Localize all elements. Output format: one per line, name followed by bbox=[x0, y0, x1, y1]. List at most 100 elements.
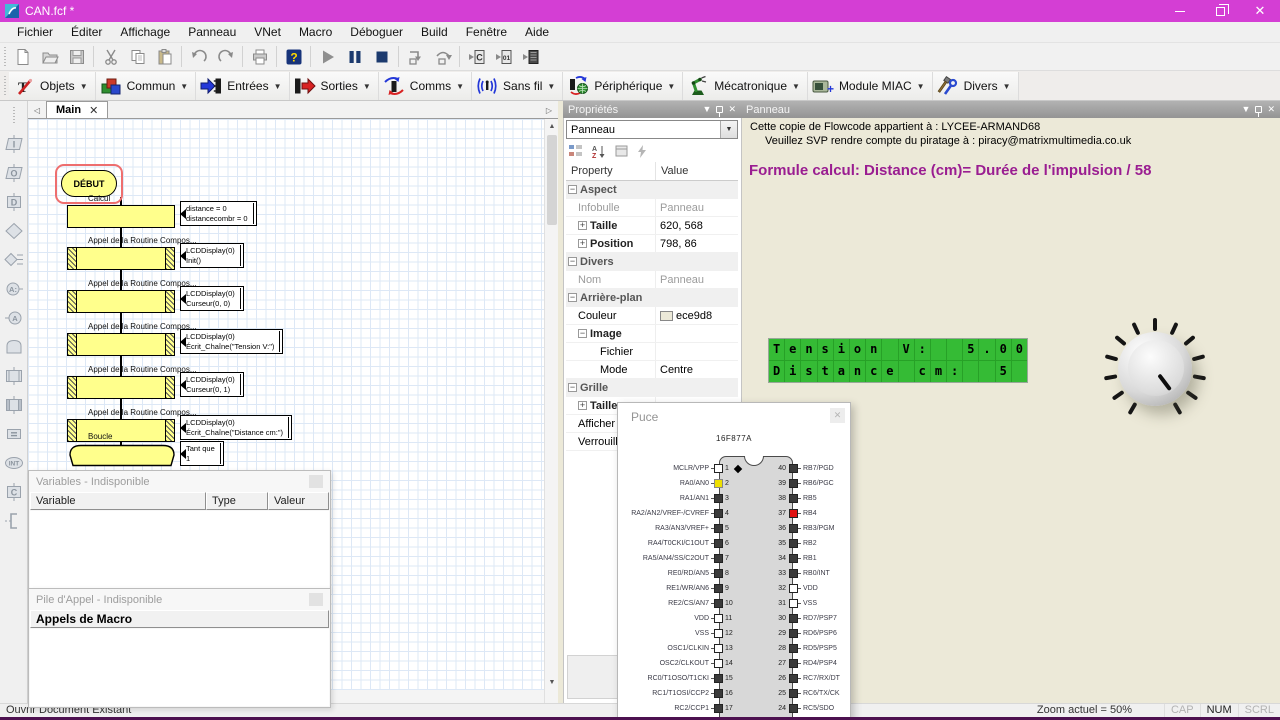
menu-item-affichage[interactable]: Affichage bbox=[111, 22, 179, 42]
new-button[interactable] bbox=[9, 44, 36, 69]
compile-to-c-button[interactable]: C bbox=[463, 44, 490, 69]
chevron-down-icon[interactable]: ▼ bbox=[792, 80, 800, 91]
pause-button[interactable] bbox=[341, 44, 368, 69]
chevron-down-icon[interactable]: ▼ bbox=[80, 80, 88, 91]
scroll-down-icon[interactable]: ▼ bbox=[545, 675, 559, 689]
categorized-view-icon[interactable] bbox=[569, 145, 583, 157]
flowchart-step[interactable] bbox=[67, 247, 175, 270]
calculation-tool-icon[interactable] bbox=[2, 421, 26, 446]
paste-button[interactable] bbox=[151, 44, 178, 69]
step-note[interactable]: Tant que 1 bbox=[179, 441, 224, 466]
property-value-cell[interactable]: Centre bbox=[656, 361, 738, 378]
interrupt-tool-icon[interactable]: INT bbox=[2, 450, 26, 475]
expand-box[interactable]: + bbox=[578, 401, 587, 410]
tab-scroll-left-icon[interactable]: ◁ bbox=[28, 102, 46, 118]
step-note[interactable]: LCDDisplay(0) Curseur(0, 1) bbox=[180, 372, 244, 397]
comment-tool-icon[interactable] bbox=[2, 508, 26, 533]
component-macro-tool-icon[interactable] bbox=[2, 392, 26, 417]
macro-tool-icon[interactable] bbox=[2, 363, 26, 388]
decision-tool-icon[interactable] bbox=[2, 218, 26, 243]
component-group-commun[interactable]: Commun ▼ bbox=[95, 71, 197, 100]
step-over-button[interactable] bbox=[429, 44, 456, 69]
switch-tool-icon[interactable] bbox=[2, 247, 26, 272]
property-value-cell[interactable] bbox=[656, 343, 738, 360]
chip-window-close-icon[interactable]: ✕ bbox=[830, 408, 845, 423]
chevron-down-icon[interactable]: ▼ bbox=[274, 80, 282, 91]
tab-close-icon[interactable]: ✕ bbox=[89, 104, 98, 117]
pin-icon[interactable] bbox=[716, 106, 724, 117]
scroll-up-icon[interactable]: ▲ bbox=[545, 119, 559, 133]
stop-button[interactable] bbox=[368, 44, 395, 69]
print-button[interactable] bbox=[246, 44, 273, 69]
step-note[interactable]: LCDDisplay(0) Init() bbox=[180, 243, 244, 268]
close-button[interactable]: ✕ bbox=[1240, 0, 1280, 22]
property-row[interactable]: Infobulle Panneau bbox=[566, 199, 738, 217]
chevron-down-icon[interactable]: ▼ bbox=[363, 80, 371, 91]
step-note[interactable]: LCDDisplay(0) Écrit_Chaîne("Tension V:") bbox=[180, 329, 284, 354]
expand-box[interactable]: + bbox=[578, 239, 587, 248]
property-row[interactable]: Mode Centre bbox=[566, 361, 738, 379]
events-icon[interactable] bbox=[637, 144, 647, 158]
step-note[interactable]: LCDDisplay(0) Écrit_Chaîne("Distance cm:"… bbox=[180, 415, 293, 440]
flowchart-step[interactable] bbox=[67, 333, 175, 356]
collapse-box[interactable]: − bbox=[568, 185, 577, 194]
c-code-tool-icon[interactable]: C bbox=[2, 479, 26, 504]
collapse-box[interactable]: − bbox=[568, 257, 577, 266]
flowchart-step[interactable] bbox=[67, 205, 175, 228]
chevron-down-icon[interactable]: ▼ bbox=[667, 80, 675, 91]
open-button[interactable] bbox=[36, 44, 63, 69]
property-row[interactable]: − Arrière-plan bbox=[566, 289, 738, 307]
component-group-sorties[interactable]: Sorties ▼ bbox=[289, 71, 379, 100]
component-group-peripherique[interactable]: Périphérique ▼ bbox=[563, 71, 684, 100]
flowchart-step[interactable] bbox=[67, 419, 175, 442]
step-into-button[interactable] bbox=[402, 44, 429, 69]
property-row[interactable]: − Grille bbox=[566, 379, 738, 397]
property-row[interactable]: Nom Panneau bbox=[566, 271, 738, 289]
panel-close-icon[interactable]: ✕ bbox=[1267, 105, 1275, 114]
panel-close-icon[interactable]: ✕ bbox=[728, 105, 736, 114]
property-row[interactable]: Fichier bbox=[566, 343, 738, 361]
chevron-down-icon[interactable]: ▼ bbox=[456, 80, 464, 91]
component-group-entrees[interactable]: Entrées ▼ bbox=[196, 71, 290, 100]
property-row[interactable]: + Position 798, 86 bbox=[566, 235, 738, 253]
canvas-vertical-scrollbar[interactable]: ▲ ▼ bbox=[544, 119, 558, 703]
menu-item-vnet[interactable]: VNet bbox=[245, 22, 290, 42]
input-tool-icon[interactable]: I bbox=[2, 131, 26, 156]
menu-item-macro[interactable]: Macro bbox=[290, 22, 341, 42]
component-group-mecatronique[interactable]: Mécatronique ▼ bbox=[683, 71, 808, 100]
properties-object-selector[interactable]: Panneau ▼ bbox=[566, 120, 738, 139]
collapse-box[interactable]: − bbox=[568, 383, 577, 392]
menu-item-fichier[interactable]: Fichier bbox=[8, 22, 62, 42]
menu-item-panneau[interactable]: Panneau bbox=[179, 22, 245, 42]
property-value-cell[interactable]: 798, 86 bbox=[656, 235, 738, 252]
save-button[interactable] bbox=[63, 44, 90, 69]
chevron-down-icon[interactable]: ▼ bbox=[180, 80, 188, 91]
property-value-cell[interactable]: 620, 568 bbox=[656, 217, 738, 234]
help-button[interactable]: ? bbox=[280, 44, 307, 69]
chevron-down-icon[interactable]: ▼ bbox=[1003, 80, 1011, 91]
flowchart-start-node[interactable]: DÉBUT bbox=[61, 170, 117, 197]
tab-scroll-right-icon[interactable]: ▷ bbox=[540, 102, 558, 118]
menu-item-editer[interactable]: Éditer bbox=[62, 22, 111, 42]
property-value-cell[interactable]: ece9d8 bbox=[656, 307, 738, 324]
component-group-comms[interactable]: Comms ▼ bbox=[378, 71, 473, 100]
component-group-sansfil[interactable]: Sans fil ▼ bbox=[472, 71, 564, 100]
restore-button[interactable] bbox=[1200, 0, 1240, 22]
cut-button[interactable] bbox=[97, 44, 124, 69]
property-pages-icon[interactable] bbox=[615, 145, 628, 157]
property-row[interactable]: − Divers bbox=[566, 253, 738, 271]
step-note[interactable]: LCDDisplay(0) Curseur(0, 0) bbox=[180, 286, 244, 311]
component-group-objets[interactable]: T Objets ▼ bbox=[9, 71, 96, 100]
compile-to-chip-button[interactable] bbox=[517, 44, 544, 69]
component-group-divers[interactable]: Divers ▼ bbox=[932, 71, 1019, 100]
copy-button[interactable] bbox=[124, 44, 151, 69]
run-button[interactable] bbox=[314, 44, 341, 69]
connection-point-tool-icon[interactable]: A: bbox=[2, 276, 26, 301]
collapse-box[interactable]: − bbox=[568, 293, 577, 302]
chevron-down-icon[interactable]: ▼ bbox=[917, 80, 925, 91]
property-row[interactable]: + Taille 620, 568 bbox=[566, 217, 738, 235]
flowchart-step[interactable] bbox=[67, 290, 175, 313]
output-tool-icon[interactable]: O bbox=[2, 160, 26, 185]
chevron-down-icon[interactable]: ▼ bbox=[547, 80, 555, 91]
menu-item-fenetre[interactable]: Fenêtre bbox=[457, 22, 516, 42]
